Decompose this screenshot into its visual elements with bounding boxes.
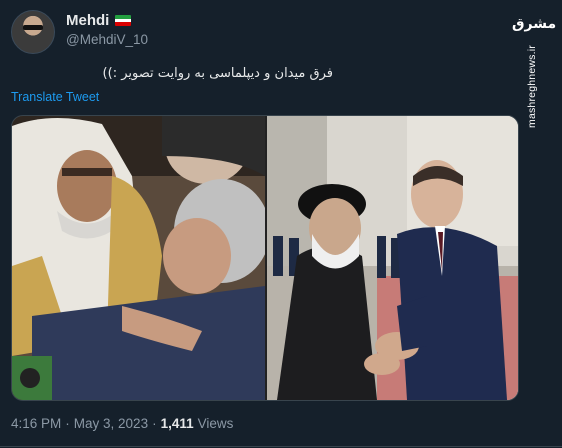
meta-separator: · [152, 416, 157, 431]
photo-left-illustration [12, 116, 265, 400]
divider [0, 446, 562, 447]
meta-separator: · [65, 416, 70, 431]
iran-flag-icon [115, 15, 132, 26]
tweet-card: Mehdi @MehdiV_10 فرق میدان و دیپلماسی به… [0, 0, 562, 448]
photo-right[interactable] [267, 116, 518, 400]
views-count[interactable]: 1,411 [161, 416, 194, 431]
avatar-glasses [23, 25, 43, 30]
author-name[interactable]: Mehdi [66, 12, 109, 29]
watermark-logo: مشرق [512, 16, 557, 32]
tweet-time[interactable]: 4:16 PM [11, 416, 61, 431]
photo-left[interactable] [12, 116, 265, 400]
watermark: مشرق mashreghnews.ir [512, 10, 558, 170]
views-label[interactable]: Views [198, 416, 234, 431]
author-handle[interactable]: @MehdiV_10 [66, 32, 148, 47]
translate-tweet-link[interactable]: Translate Tweet [11, 90, 99, 104]
tweet-text: فرق میدان و دیپلماسی به روایت تصویر :)) [102, 66, 333, 81]
avatar[interactable] [11, 10, 55, 54]
tweet-media[interactable] [11, 115, 519, 401]
tweet-meta: 4:16 PM · May 3, 2023 · 1,411 Views [11, 416, 233, 431]
tweet-date[interactable]: May 3, 2023 [74, 416, 148, 431]
photo-right-illustration [267, 116, 518, 400]
watermark-url: mashreghnews.ir [526, 45, 538, 128]
author-name-row: Mehdi [66, 12, 132, 29]
